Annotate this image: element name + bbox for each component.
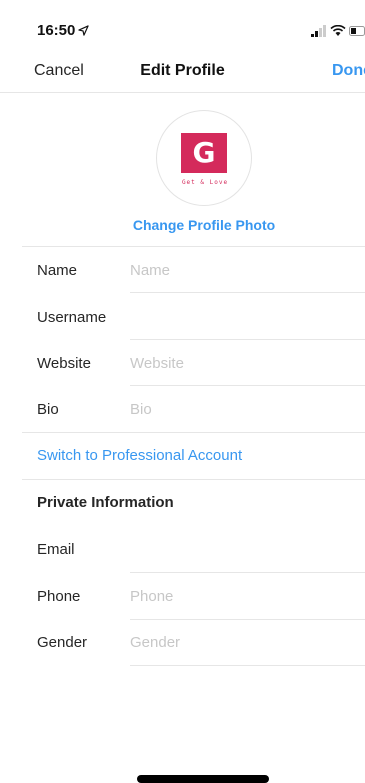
signal-icon [311,25,326,37]
logo-tagline: Get & Love [181,179,229,186]
profile-avatar[interactable]: G Get & Love [156,110,252,206]
website-field[interactable] [130,355,360,372]
wifi-icon [330,25,346,36]
divider [130,339,365,340]
status-time: 16:50 [37,22,90,39]
divider [22,432,365,433]
divider [130,665,365,666]
switch-professional-link[interactable]: Switch to Professional Account [37,447,242,464]
page-title: Edit Profile [140,62,225,79]
divider [22,479,365,480]
system-icons [311,24,365,38]
username-label: Username [37,309,107,326]
private-info-title: Private Information [37,494,174,511]
gender-label: Gender [37,634,88,651]
name-label: Name [37,262,78,279]
username-field[interactable] [130,309,360,326]
done-button[interactable]: Done [332,62,365,80]
bio-label: Bio [37,401,59,418]
divider [130,385,365,386]
logo-letter: G [181,133,227,173]
phone-field[interactable] [130,588,360,605]
change-profile-photo-button[interactable]: Change Profile Photo [0,217,365,233]
divider [130,619,365,620]
email-label: Email [37,541,75,558]
battery-icon [349,26,365,36]
website-label: Website [37,355,91,372]
phone-label: Phone [37,588,81,605]
divider [130,292,365,293]
name-field[interactable] [130,262,360,279]
nav-bar: Cancel Edit Profile Done [0,56,365,93]
bio-field[interactable] [130,401,360,418]
home-indicator [137,775,269,783]
gender-field[interactable] [130,634,360,651]
status-time-text: 16:50 [37,22,76,39]
divider [22,246,365,247]
divider [130,572,365,573]
email-field[interactable] [130,541,360,558]
status-bar: 16:50 [0,0,365,56]
location-arrow-icon [78,25,90,36]
